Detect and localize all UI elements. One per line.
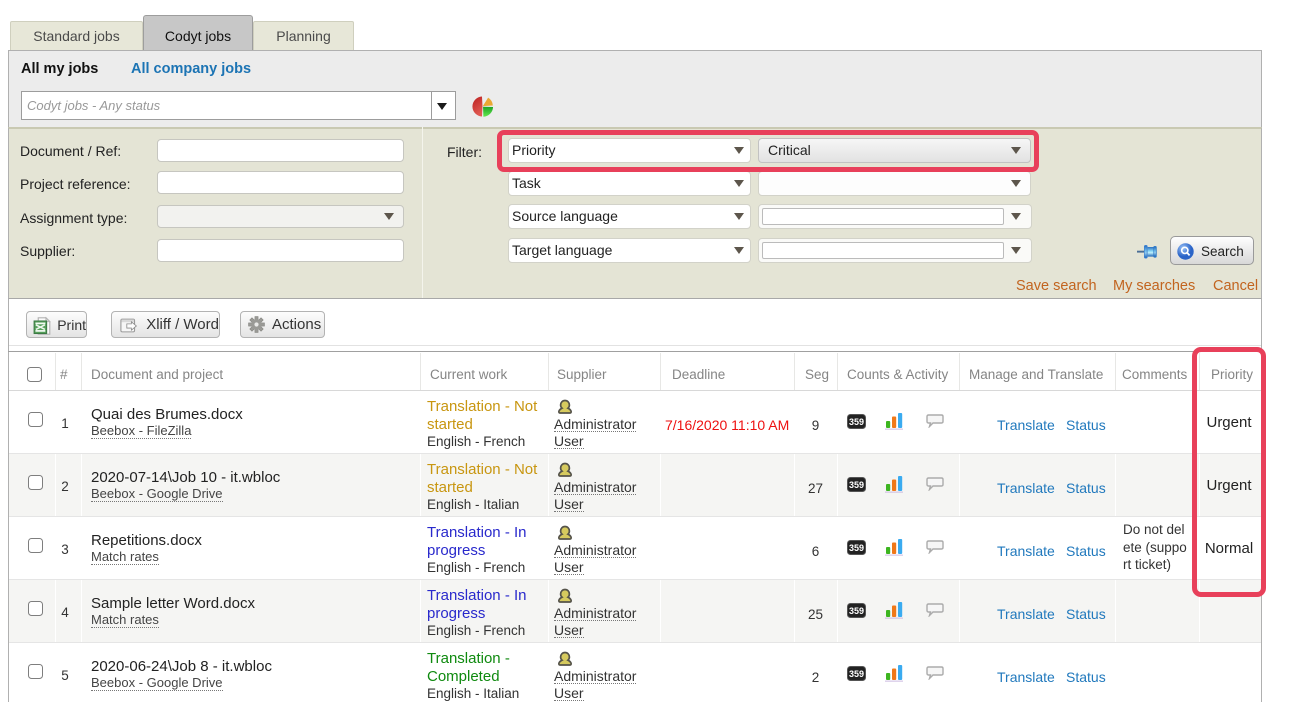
svg-text:359: 359: [849, 606, 864, 616]
svg-text:359: 359: [849, 480, 864, 490]
svg-text:359: 359: [849, 417, 864, 427]
svg-text:359: 359: [849, 543, 864, 553]
svg-text:359: 359: [849, 669, 864, 679]
